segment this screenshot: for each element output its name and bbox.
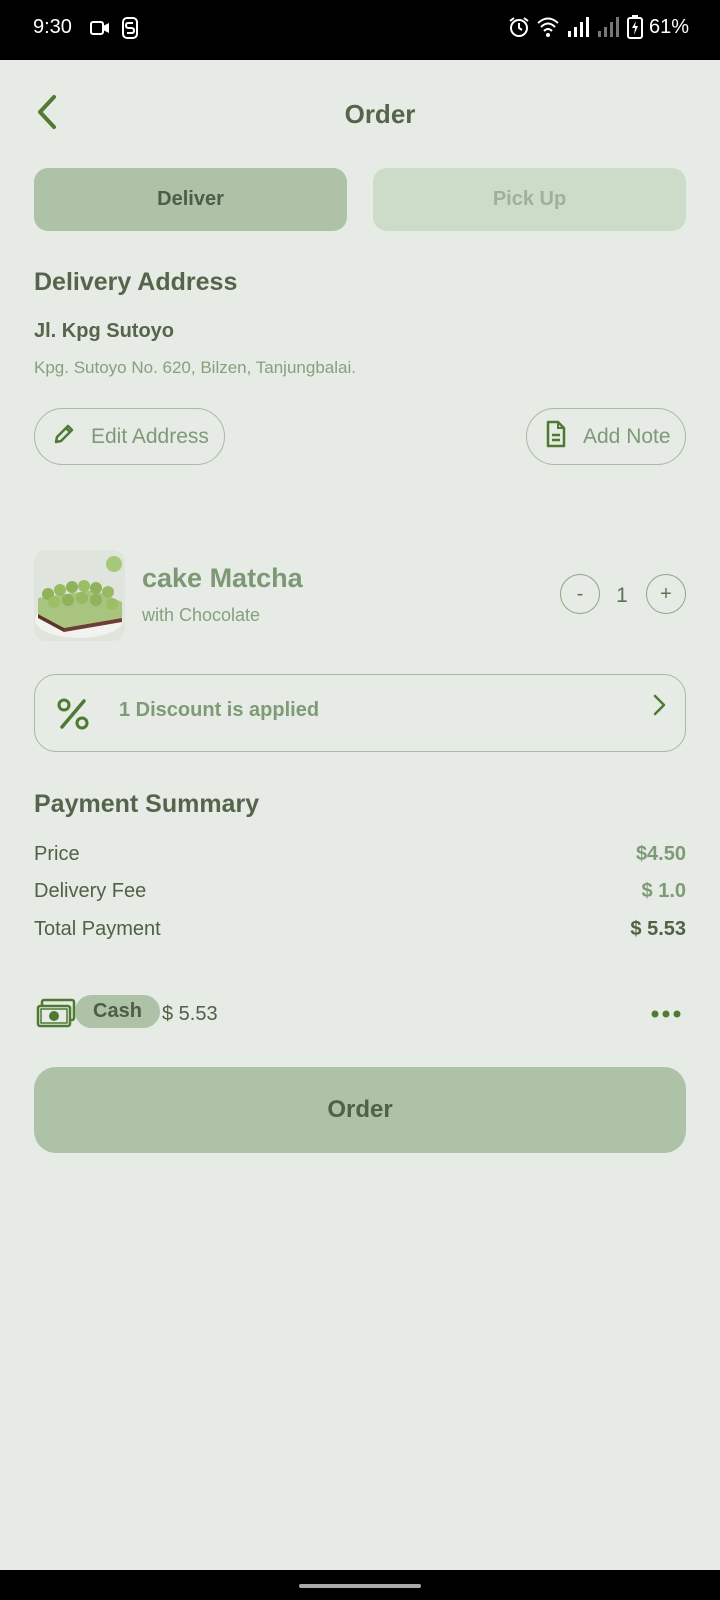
discount-banner[interactable]: 1 Discount is applied [34,674,686,752]
total-payment-label: Total Payment [34,918,161,940]
decrease-quantity-button[interactable]: - [560,574,600,614]
increase-quantity-button[interactable]: + [646,574,686,614]
page-title: Order [344,99,416,129]
address-detail: Kpg. Sutoyo No. 620, Bilzen, Tanjungbala… [34,358,356,377]
delivery-fee-value: $ 1.0 [641,880,686,902]
payment-method-badge[interactable]: Cash [75,995,160,1028]
payment-amount: $ 5.53 [162,1003,218,1025]
pencil-icon [51,421,77,453]
signal-icon [566,16,590,43]
product-name: cake Matcha [142,563,303,593]
add-note-button[interactable]: Add Note [526,408,686,465]
signal-weak-icon [596,16,620,43]
discount-label: 1 Discount is applied [119,699,320,721]
tab-pick-up[interactable]: Pick Up [373,168,686,231]
document-icon [543,420,569,454]
cash-icon [36,997,76,1034]
status-bar: 9:30 61% [0,0,720,60]
system-navigation-bar [0,1570,720,1600]
wifi-icon [536,16,560,43]
plus-label: + [660,582,672,605]
tab-deliver[interactable]: Deliver [34,168,347,231]
quantity-value: 1 [616,584,628,607]
home-gesture-handle[interactable] [299,1584,421,1588]
add-note-label: Add Note [583,424,671,448]
delivery-address-title: Delivery Address [34,268,238,296]
chevron-right-icon [651,693,667,722]
percent-icon [57,697,89,736]
video-camera-icon [90,18,110,43]
product-image [34,550,125,641]
battery-charging-icon [627,15,643,44]
delivery-fee-label: Delivery Fee [34,880,147,902]
battery-percent: 61% [649,16,690,38]
more-options-button[interactable] [648,1000,684,1028]
minus-label: - [576,582,584,605]
price-value: $4.50 [635,843,686,865]
edit-address-button[interactable]: Edit Address [34,408,225,465]
alarm-icon [508,16,530,43]
product-subtitle: with Chocolate [142,605,261,625]
s-app-icon [122,17,138,44]
price-label: Price [34,843,80,865]
more-icon [651,1005,681,1023]
edit-address-label: Edit Address [91,424,209,448]
order-button[interactable]: Order [34,1067,686,1153]
status-time: 9:30 [33,16,72,38]
total-payment-value: $ 5.53 [630,918,686,940]
address-name: Jl. Kpg Sutoyo [34,320,174,342]
payment-summary-title: Payment Summary [34,790,260,818]
